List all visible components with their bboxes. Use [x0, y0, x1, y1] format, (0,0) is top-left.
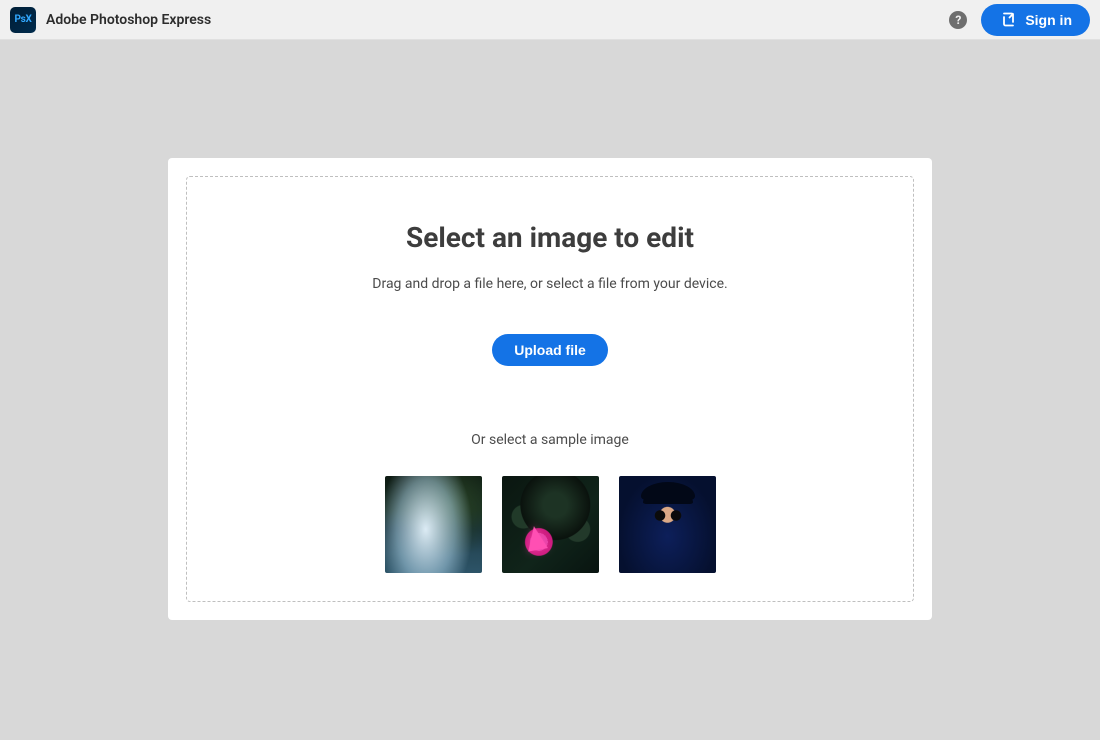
sample-image-waterfall[interactable]	[385, 476, 482, 573]
sign-in-button[interactable]: Sign in	[981, 4, 1090, 36]
dropzone-subtitle: Drag and drop a file here, or select a f…	[207, 276, 893, 292]
header-left: PsX Adobe Photoshop Express	[10, 7, 211, 33]
upload-panel: Select an image to edit Drag and drop a …	[168, 158, 932, 620]
dropzone[interactable]: Select an image to edit Drag and drop a …	[186, 176, 914, 602]
samples-label: Or select a sample image	[207, 432, 893, 448]
help-icon[interactable]: ?	[949, 11, 967, 29]
header-right: ? Sign in	[949, 4, 1090, 36]
app-title: Adobe Photoshop Express	[46, 12, 211, 28]
sample-image-portrait[interactable]	[619, 476, 716, 573]
upload-file-button[interactable]: Upload file	[492, 334, 608, 366]
dropzone-title: Select an image to edit	[207, 221, 893, 254]
main-area: Select an image to edit Drag and drop a …	[0, 40, 1100, 620]
app-header: PsX Adobe Photoshop Express ? Sign in	[0, 0, 1100, 40]
sample-image-lotus[interactable]	[502, 476, 599, 573]
sample-images	[207, 476, 893, 573]
sign-in-icon	[999, 11, 1017, 29]
app-logo-icon: PsX	[10, 7, 36, 33]
sign-in-label: Sign in	[1025, 12, 1072, 28]
